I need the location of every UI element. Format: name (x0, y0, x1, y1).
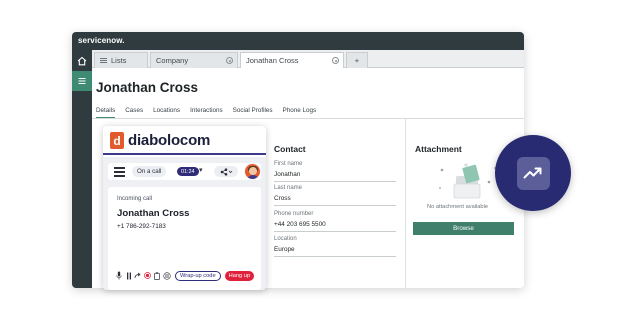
caller-phone: +1 786-292-7183 (117, 223, 166, 230)
call-timer: 01:24 (177, 167, 199, 176)
stage: servicenow. Lists Company Jonathan Cross… (0, 0, 640, 320)
diabolocom-logo: d (110, 132, 124, 149)
mic-icon[interactable] (115, 271, 123, 281)
browse-button[interactable]: Browse (413, 222, 514, 235)
first-name-label: First name (274, 161, 303, 167)
wrap-up-code-button[interactable]: Wrap-up code (175, 270, 221, 281)
keypad-icon[interactable] (162, 271, 171, 281)
tab-cases[interactable]: Cases (125, 107, 143, 118)
field-underline (274, 181, 396, 182)
menu-icon (78, 77, 86, 85)
home-icon (77, 56, 87, 66)
menu-button[interactable] (72, 71, 92, 91)
hang-up-button[interactable]: Hang up (224, 270, 255, 281)
widget-body: On a call 01:24 ▾ Incoming call Jonathan… (103, 157, 266, 290)
status-pill[interactable]: On a call (132, 166, 167, 177)
contact-heading: Contact (274, 144, 306, 154)
analytics-badge (495, 135, 571, 211)
home-button[interactable] (72, 51, 92, 71)
no-attachment-text: No attachment available (427, 204, 489, 210)
tab-label: Jonathan Cross (246, 56, 299, 65)
location-label: Location (274, 236, 297, 242)
hamburger-icon[interactable] (114, 167, 125, 179)
divider (92, 118, 524, 119)
tab-social-profiles[interactable]: Social Profiles (233, 107, 273, 118)
section-separator (405, 119, 406, 288)
phone-number-value[interactable]: +44 203 695 5500 (274, 221, 326, 228)
transfer-icon[interactable] (134, 271, 142, 281)
tab-interactions[interactable]: Interactions (190, 107, 223, 118)
chevron-down-icon[interactable]: ▾ (199, 166, 203, 174)
widget-header: d diabolocom (103, 126, 266, 155)
record-tabs: Details Cases Locations Interactions Soc… (96, 107, 326, 118)
clipboard-icon[interactable] (153, 271, 161, 281)
phone-number-label: Phone number (274, 211, 314, 217)
field-underline (274, 256, 396, 257)
tab-label: Lists (111, 56, 127, 65)
tab-phone-logs[interactable]: Phone Logs (283, 107, 317, 118)
servicenow-logo: servicenow. (78, 36, 125, 45)
call-controls: Wrap-up code Hang up (115, 270, 261, 281)
top-bar: servicenow. (72, 32, 524, 50)
pause-icon[interactable] (125, 271, 133, 281)
call-status-bar: On a call 01:24 ▾ (108, 163, 261, 180)
incoming-call-card: Incoming call Jonathan Cross +1 786-292-… (108, 187, 261, 290)
avatar[interactable] (244, 163, 261, 180)
field-underline (274, 231, 396, 232)
field-underline (274, 205, 396, 206)
location-value[interactable]: Europe (274, 246, 295, 253)
caller-name: Jonathan Cross (117, 208, 190, 219)
first-name-value[interactable]: Jonathan (274, 171, 300, 178)
side-rail (72, 50, 92, 288)
last-name-value[interactable]: Cross (274, 195, 291, 202)
empty-attachment-illustration (439, 163, 496, 199)
tab-locations[interactable]: Locations (153, 107, 180, 118)
attachment-heading: Attachment (415, 144, 462, 154)
last-name-label: Last name (274, 185, 303, 191)
close-tab-icon[interactable] (226, 57, 233, 64)
page-title: Jonathan Cross (96, 80, 199, 95)
tab-details[interactable]: Details (96, 107, 116, 118)
diabolocom-widget: d diabolocom On a call 01:24 ▾ Incoming … (103, 126, 266, 290)
record-icon[interactable] (144, 271, 152, 281)
share-icon (220, 167, 232, 176)
incoming-call-label: Incoming call (117, 196, 153, 202)
tab-lists[interactable]: Lists (94, 52, 148, 68)
close-tab-icon[interactable] (332, 57, 339, 64)
tab-bar: Lists Company Jonathan Cross + (92, 50, 524, 68)
tab-jonathan-cross[interactable]: Jonathan Cross (240, 52, 344, 68)
new-tab-button[interactable]: + (346, 52, 368, 68)
list-icon (100, 57, 107, 64)
tab-label: Company (156, 56, 189, 65)
badge-inner (516, 156, 550, 190)
plus-icon: + (354, 56, 360, 65)
diabolocom-brand: diabolocom (128, 132, 211, 149)
trend-up-icon (523, 167, 542, 179)
transfer-menu-button[interactable] (214, 166, 238, 177)
tab-company[interactable]: Company (150, 52, 238, 68)
